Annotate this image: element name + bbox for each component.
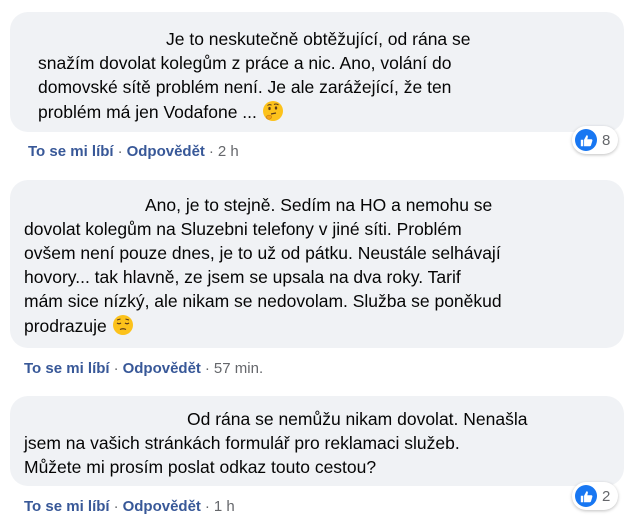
pensive-face-emoji-icon xyxy=(112,315,133,335)
comment-2-line-2: dovolat kolegům na Sluzebni telefony v j… xyxy=(24,219,462,239)
comment-3-reaction-count: 2 xyxy=(602,487,611,505)
comment-2-line-3: ovšem není pouze dnes, je to už od pátku… xyxy=(24,243,501,263)
comment-1-like-link[interactable]: To se mi líbí xyxy=(28,143,114,160)
separator-dot: · xyxy=(208,143,214,160)
comment-3-line-1: Od rána se nemůžu nikam dovolat. Nenašla xyxy=(187,409,528,429)
comment-2-line-5: mám sice nízký, ale nikam se nedovolam. … xyxy=(24,291,502,311)
comment-3-line-2: jsem na vašich stránkách formulář pro re… xyxy=(24,433,460,453)
comment-3-actions: To se mi líbí · Odpovědět · 1 h xyxy=(24,498,235,515)
comment-1-line-2: snažím dovolat kolegům z práce a nic. An… xyxy=(38,53,452,73)
comment-1-line-1: Je to neskutečně obtěžující, od rána se xyxy=(166,29,471,49)
comment-1-timestamp[interactable]: 2 h xyxy=(218,143,239,160)
comment-2-actions: To se mi líbí · Odpovědět · 57 min. xyxy=(24,360,263,377)
separator-dot: · xyxy=(113,360,119,377)
comment-2-timestamp[interactable]: 57 min. xyxy=(214,360,263,377)
comment-3-reaction-badge[interactable]: 2 xyxy=(572,482,619,510)
comment-2-like-link[interactable]: To se mi líbí xyxy=(24,360,110,377)
comment-1-reply-link[interactable]: Odpovědět xyxy=(127,143,205,160)
comment-1-reaction-badge[interactable]: 8 xyxy=(572,126,619,154)
comment-3-timestamp[interactable]: 1 h xyxy=(214,498,235,515)
comment-2-line-6: prodrazuje xyxy=(24,314,134,339)
comment-2-reply-link[interactable]: Odpovědět xyxy=(123,360,201,377)
separator-dot: · xyxy=(204,360,210,377)
comment-1-line-4: problém má jen Vodafone ... xyxy=(38,100,284,125)
comment-3-like-link[interactable]: To se mi líbí xyxy=(24,498,110,515)
comment-2-line-1: Ano, je to stejně. Sedím na HO a nemohu … xyxy=(145,195,493,215)
like-thumb-icon xyxy=(575,129,597,151)
separator-dot: · xyxy=(113,498,119,515)
comment-1-actions: To se mi líbí · Odpovědět · 2 h xyxy=(28,143,239,160)
comment-3-reply-link[interactable]: Odpovědět xyxy=(123,498,201,515)
comment-1-reaction-count: 8 xyxy=(602,131,611,149)
comment-2-line-6-text: prodrazuje xyxy=(24,316,107,336)
separator-dot: · xyxy=(204,498,210,515)
comment-1-line-4-text: problém má jen Vodafone ... xyxy=(38,102,257,122)
thinking-face-emoji-icon xyxy=(262,101,283,121)
comment-1-line-3: domovské sítě problém není. Je ale zaráž… xyxy=(38,77,452,97)
comment-3-line-3: Můžete mi prosím poslat odkaz touto cest… xyxy=(24,457,377,477)
separator-dot: · xyxy=(117,143,123,160)
comment-2-line-4: hovory... tak hlavně, ze jsem se upsala … xyxy=(24,267,461,287)
like-thumb-icon xyxy=(575,485,597,507)
